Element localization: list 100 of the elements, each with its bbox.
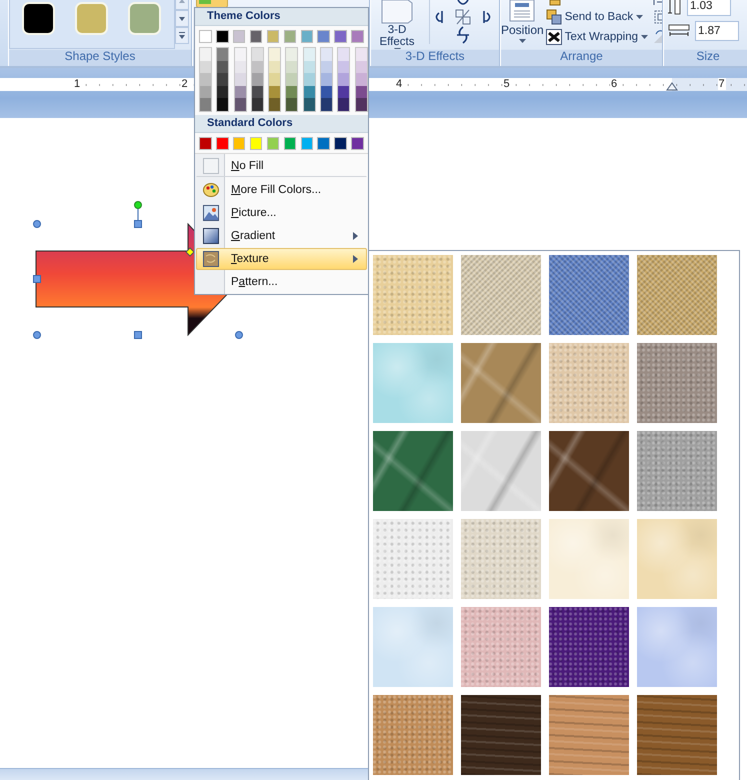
color-swatch[interactable] — [300, 30, 314, 43]
color-swatch[interactable] — [252, 73, 263, 86]
texture-tile[interactable] — [637, 431, 717, 511]
color-swatch[interactable] — [300, 136, 314, 150]
resize-handle[interactable] — [33, 220, 41, 228]
color-swatch[interactable] — [217, 86, 228, 98]
color-swatch[interactable] — [200, 73, 211, 86]
color-swatch[interactable] — [252, 98, 263, 111]
arrange-command-button[interactable]: Send to Back — [544, 8, 650, 26]
texture-tile[interactable] — [637, 519, 717, 599]
texture-tile[interactable] — [549, 695, 629, 775]
resize-handle[interactable] — [134, 331, 142, 339]
menu-item[interactable]: Picture... — [196, 202, 367, 224]
shape-style-swatch[interactable] — [75, 2, 108, 35]
color-swatch[interactable] — [304, 98, 315, 111]
color-swatch[interactable] — [286, 48, 298, 61]
3d-effects-button[interactable]: 3-D Effects — [371, 0, 423, 49]
color-swatch[interactable] — [269, 60, 280, 74]
resize-handle[interactable] — [134, 220, 142, 228]
color-swatch[interactable] — [232, 30, 246, 43]
color-swatch[interactable] — [216, 136, 229, 150]
texture-tile[interactable] — [461, 255, 541, 335]
tilt-down-icon[interactable] — [455, 26, 471, 44]
texture-tile[interactable] — [549, 607, 629, 687]
scroll-down-button[interactable] — [175, 10, 189, 27]
menu-item[interactable]: Texture — [196, 248, 367, 270]
color-swatch[interactable] — [284, 136, 296, 150]
color-swatch[interactable] — [338, 86, 350, 98]
color-swatch[interactable] — [250, 30, 262, 43]
more-button[interactable] — [175, 27, 189, 44]
texture-tile[interactable] — [373, 255, 453, 335]
color-swatch[interactable] — [334, 30, 347, 43]
color-swatch[interactable] — [269, 86, 280, 98]
rotation-handle[interactable] — [134, 201, 142, 209]
color-swatch[interactable] — [266, 136, 280, 150]
tilt-up-icon[interactable] — [455, 0, 471, 8]
texture-tile[interactable] — [373, 607, 453, 687]
color-swatch[interactable] — [321, 86, 332, 98]
shape-style-swatch[interactable] — [22, 2, 55, 35]
color-swatch[interactable] — [338, 73, 350, 86]
indent-marker-icon[interactable] — [666, 82, 678, 91]
texture-tile[interactable] — [637, 607, 717, 687]
resize-handle[interactable] — [33, 275, 41, 283]
color-swatch[interactable] — [217, 73, 228, 86]
align-icon[interactable] — [652, 0, 662, 6]
texture-tile[interactable] — [549, 343, 629, 423]
color-swatch[interactable] — [286, 98, 298, 111]
height-field[interactable]: 1.03 — [687, 0, 731, 16]
color-swatch[interactable] — [266, 30, 280, 43]
color-swatch[interactable] — [321, 48, 332, 61]
texture-tile[interactable] — [637, 255, 717, 335]
arrange-command-button[interactable]: Text Wrapping — [544, 28, 650, 46]
color-swatch[interactable] — [338, 98, 350, 111]
color-swatch[interactable] — [250, 136, 262, 150]
color-swatch[interactable] — [317, 136, 330, 150]
color-swatch[interactable] — [234, 73, 246, 86]
adjustment-handle[interactable] — [185, 247, 195, 257]
color-swatch[interactable] — [321, 98, 332, 111]
color-swatch[interactable] — [286, 73, 298, 86]
color-swatch[interactable] — [234, 48, 246, 61]
texture-tile[interactable] — [461, 607, 541, 687]
menu-item[interactable]: Pattern... — [196, 270, 367, 293]
texture-tile[interactable] — [461, 343, 541, 423]
color-swatch[interactable] — [234, 98, 246, 111]
color-swatch[interactable] — [234, 60, 246, 74]
texture-tile[interactable] — [373, 431, 453, 511]
texture-tile[interactable] — [373, 519, 453, 599]
texture-tile[interactable] — [549, 431, 629, 511]
horizontal-scrollbar[interactable] — [0, 768, 368, 780]
bring-forward-icon[interactable] — [548, 0, 562, 6]
menu-item[interactable]: Gradient — [196, 224, 367, 247]
color-swatch[interactable] — [217, 98, 228, 111]
3d-toggle-icon[interactable] — [454, 8, 472, 26]
color-swatch[interactable] — [217, 60, 228, 74]
color-swatch[interactable] — [304, 48, 315, 61]
texture-tile[interactable] — [549, 255, 629, 335]
color-swatch[interactable] — [356, 86, 367, 98]
color-swatch[interactable] — [269, 73, 280, 86]
resize-handle[interactable] — [33, 331, 41, 339]
color-swatch[interactable] — [334, 136, 347, 150]
color-swatch[interactable] — [356, 48, 367, 61]
color-swatch[interactable] — [304, 73, 315, 86]
color-swatch[interactable] — [356, 60, 367, 74]
color-swatch[interactable] — [269, 48, 280, 61]
texture-tile[interactable] — [461, 431, 541, 511]
color-swatch[interactable] — [304, 86, 315, 98]
color-swatch[interactable] — [356, 98, 367, 111]
color-swatch[interactable] — [317, 30, 330, 43]
color-swatch[interactable] — [217, 48, 228, 61]
menu-item[interactable]: No Fill — [196, 154, 367, 177]
resize-handle[interactable] — [235, 331, 243, 339]
color-swatch[interactable] — [232, 136, 246, 150]
color-swatch[interactable] — [252, 48, 263, 61]
texture-tile[interactable] — [461, 519, 541, 599]
color-swatch[interactable] — [199, 136, 212, 150]
color-swatch[interactable] — [338, 48, 350, 61]
color-swatch[interactable] — [200, 86, 211, 98]
position-button[interactable]: Position — [501, 0, 544, 43]
color-swatch[interactable] — [200, 60, 211, 74]
texture-tile[interactable] — [637, 695, 717, 775]
